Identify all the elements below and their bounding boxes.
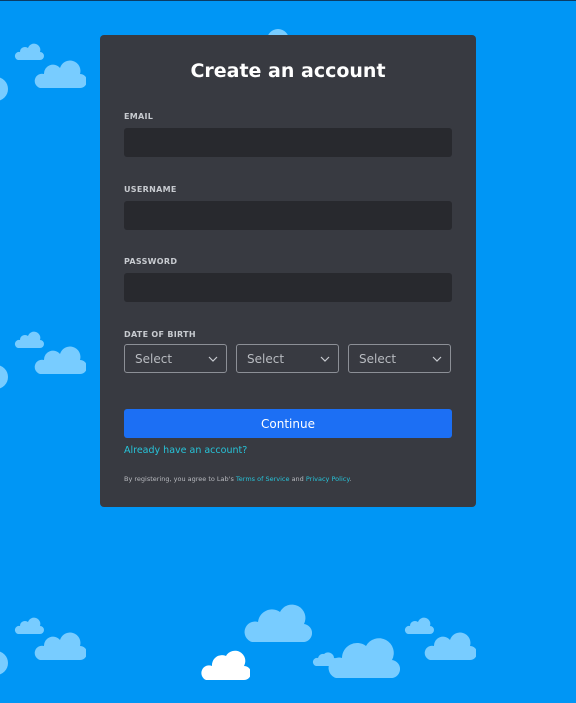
legal-and: and xyxy=(291,475,304,483)
privacy-link[interactable]: Privacy Policy xyxy=(306,475,349,483)
password-field[interactable] xyxy=(124,273,452,302)
dob-day-select[interactable]: Select xyxy=(236,344,339,373)
chevron-down-icon xyxy=(320,354,330,364)
legal-notice: By registering, you agree to Lab's Terms… xyxy=(124,475,351,483)
legal-suffix: . xyxy=(349,475,352,483)
register-card: Create an account EMAIL USERNAME PASSWOR… xyxy=(100,35,476,507)
cloud-icon xyxy=(34,632,86,660)
cloud-icon xyxy=(34,60,86,88)
username-field[interactable] xyxy=(124,201,452,230)
username-label: USERNAME xyxy=(124,185,177,194)
password-group: PASSWORD xyxy=(124,257,452,302)
legal-prefix: By registering, you agree to Lab's xyxy=(124,475,234,483)
select-placeholder: Select xyxy=(247,351,285,366)
email-label: EMAIL xyxy=(124,112,154,121)
password-label: PASSWORD xyxy=(124,257,178,266)
email-group: EMAIL xyxy=(124,112,452,157)
chevron-down-icon xyxy=(208,354,218,364)
select-placeholder: Select xyxy=(359,351,397,366)
page-title: Create an account xyxy=(190,60,386,82)
cloud-icon xyxy=(0,365,8,389)
dob-month-select[interactable]: Select xyxy=(124,344,227,373)
cloud-icon xyxy=(244,604,312,643)
cloud-icon xyxy=(0,77,8,101)
cloud-icon xyxy=(424,632,476,660)
select-placeholder: Select xyxy=(135,351,173,366)
dob-year-select[interactable]: Select xyxy=(348,344,451,373)
cloud-icon xyxy=(328,638,400,679)
dob-group: DATE OF BIRTH Select Select Select xyxy=(124,330,452,373)
chevron-down-icon xyxy=(432,354,442,364)
continue-button[interactable]: Continue xyxy=(124,409,452,438)
cloud-icon xyxy=(34,346,86,374)
terms-link[interactable]: Terms of Service xyxy=(236,475,290,483)
username-group: USERNAME xyxy=(124,185,452,230)
email-field[interactable] xyxy=(124,128,452,157)
dob-label: DATE OF BIRTH xyxy=(124,330,196,339)
dob-selects: Select Select Select xyxy=(124,344,452,373)
top-border xyxy=(0,0,576,1)
cloud-icon xyxy=(201,650,250,680)
cloud-icon xyxy=(0,651,8,675)
login-link[interactable]: Already have an account? xyxy=(124,445,247,456)
